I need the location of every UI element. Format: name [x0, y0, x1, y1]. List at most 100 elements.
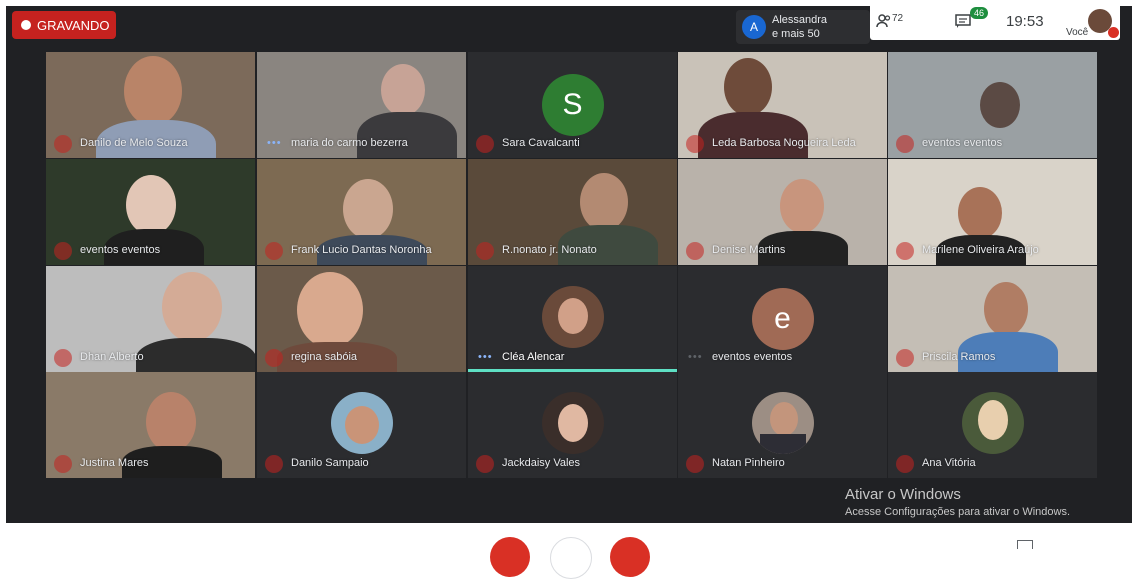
participant-video: [980, 82, 1020, 128]
presenter-chip[interactable]: A Alessandra e mais 50: [736, 10, 870, 44]
meeting-info-bar: 72 46 19:53 Você: [870, 3, 1120, 40]
participant-name: Leda Barbosa Nogueira Leda: [712, 137, 856, 149]
participant-video: [146, 392, 196, 452]
participant-name: Cléa Alencar: [502, 351, 565, 363]
participant-tile[interactable]: Danilo Sampaio: [257, 372, 466, 478]
participant-name: Natan Pinheiro: [712, 457, 785, 469]
muted-mic-icon: [54, 455, 72, 473]
participant-name: Ana Vitória: [922, 457, 976, 469]
presenter-others: e mais 50: [772, 28, 820, 40]
recording-label: GRAVANDO: [37, 17, 110, 33]
participant-tile[interactable]: Danilo de Melo Souza: [46, 52, 255, 158]
participant-name: Priscila Ramos: [922, 351, 996, 363]
audio-indicator-icon: •••: [688, 351, 703, 363]
muted-mic-icon: [686, 455, 704, 473]
participant-name: Frank Lucio Dantas Noronha: [291, 244, 432, 256]
participant-name: eventos eventos: [80, 244, 161, 256]
watermark-subtitle: Acesse Configurações para ativar o Windo…: [845, 506, 1070, 518]
participant-tile[interactable]: ••• Cléa Alencar: [468, 266, 677, 372]
participants-count-wrapper: 72: [892, 13, 903, 31]
participant-tile[interactable]: regina sabóia: [257, 266, 466, 372]
muted-mic-icon: [896, 135, 914, 153]
participant-name: Danilo de Melo Souza: [80, 137, 188, 149]
participant-name: R.nonato jr. Nonato: [502, 244, 597, 256]
participant-tile[interactable]: Natan Pinheiro: [678, 372, 887, 478]
participant-tile[interactable]: R.nonato jr. Nonato: [468, 159, 677, 265]
muted-mic-icon: [265, 349, 283, 367]
participant-video: [343, 179, 393, 239]
participant-avatar: [541, 286, 604, 348]
participant-video: [780, 179, 824, 233]
mic-toggle-button[interactable]: [490, 537, 530, 577]
windows-activation-watermark: Ativar o Windows Acesse Configurações pa…: [845, 486, 1070, 518]
participant-video: [381, 64, 425, 116]
clock-time: 19:53: [1006, 13, 1044, 30]
participant-tile[interactable]: Dhan Alberto: [46, 266, 255, 372]
participant-video: [297, 272, 363, 348]
participant-tile[interactable]: Ana Vitória: [888, 372, 1097, 478]
audio-indicator-icon: •••: [478, 351, 493, 363]
muted-mic-icon: [54, 242, 72, 260]
chat-badge: 46: [970, 7, 989, 19]
participant-video: [580, 173, 628, 231]
participant-video: [162, 272, 222, 342]
muted-mic-icon: [476, 455, 494, 473]
muted-mic-icon: [54, 349, 72, 367]
self-label: Você: [1066, 27, 1089, 38]
participant-tile[interactable]: Jackdaisy Vales: [468, 372, 677, 478]
participant-avatar: e: [751, 288, 814, 350]
participant-tile[interactable]: Denise Martins: [678, 159, 887, 265]
present-icon[interactable]: [1017, 540, 1033, 549]
participants-count: 72: [892, 13, 904, 24]
leave-call-button[interactable]: [610, 537, 650, 577]
muted-mic-icon: [686, 242, 704, 260]
recording-badge: GRAVANDO: [12, 11, 116, 39]
presenter-avatar: A: [742, 15, 766, 39]
participant-avatar: [541, 392, 604, 454]
participant-name: Jackdaisy Vales: [502, 457, 581, 469]
participant-name: Denise Martins: [712, 244, 786, 256]
participant-avatar: [330, 392, 393, 454]
muted-mic-icon: [896, 455, 914, 473]
participant-name: regina sabóia: [291, 351, 358, 363]
muted-mic-icon: [476, 135, 494, 153]
muted-mic-icon: [896, 242, 914, 260]
audio-indicator-icon: •••: [267, 137, 282, 149]
participant-video: [724, 58, 772, 116]
muted-mic-icon: [265, 455, 283, 473]
participant-tile[interactable]: Justina Mares: [46, 372, 255, 478]
participant-tile[interactable]: Leda Barbosa Nogueira Leda: [678, 52, 887, 158]
watermark-title: Ativar o Windows: [845, 486, 961, 503]
participant-tile[interactable]: ••• maria do carmo bezerra: [257, 52, 466, 158]
participants-icon[interactable]: [876, 13, 892, 29]
participant-name: Justina Mares: [80, 457, 149, 469]
participant-video: [124, 56, 182, 126]
muted-mic-icon: [476, 242, 494, 260]
muted-mic-icon: [54, 135, 72, 153]
participant-video: [984, 282, 1028, 336]
participant-name: Dhan Alberto: [80, 351, 144, 363]
participant-tile[interactable]: Marilene Oliveira Araújo: [888, 159, 1097, 265]
participant-name: Danilo Sampaio: [291, 457, 369, 469]
participant-tile[interactable]: eventos eventos: [888, 52, 1097, 158]
self-muted-mic-icon: [1108, 27, 1119, 38]
meeting-stage: GRAVANDO A Alessandra e mais 50 Danilo d…: [6, 6, 1132, 523]
participant-tile[interactable]: Priscila Ramos: [888, 266, 1097, 372]
participant-name: maria do carmo bezerra: [291, 137, 408, 149]
presenter-name: Alessandra: [772, 14, 828, 26]
record-dot-icon: [21, 20, 31, 30]
participant-name: eventos eventos: [922, 137, 1003, 149]
participant-tile[interactable]: eventos eventos: [46, 159, 255, 265]
participant-tile[interactable]: e ••• eventos eventos: [678, 266, 887, 372]
participant-tile[interactable]: S Sara Cavalcanti: [468, 52, 677, 158]
muted-mic-icon: [896, 349, 914, 367]
muted-mic-icon: [686, 135, 704, 153]
muted-mic-icon: [265, 242, 283, 260]
camera-toggle-button[interactable]: [550, 537, 592, 579]
participant-avatar: S: [541, 74, 604, 136]
participant-avatar: [751, 392, 814, 454]
participant-video: [958, 187, 1002, 239]
participant-tile[interactable]: Frank Lucio Dantas Noronha: [257, 159, 466, 265]
participant-name: eventos eventos: [712, 351, 793, 363]
chat-icon[interactable]: [954, 12, 972, 35]
